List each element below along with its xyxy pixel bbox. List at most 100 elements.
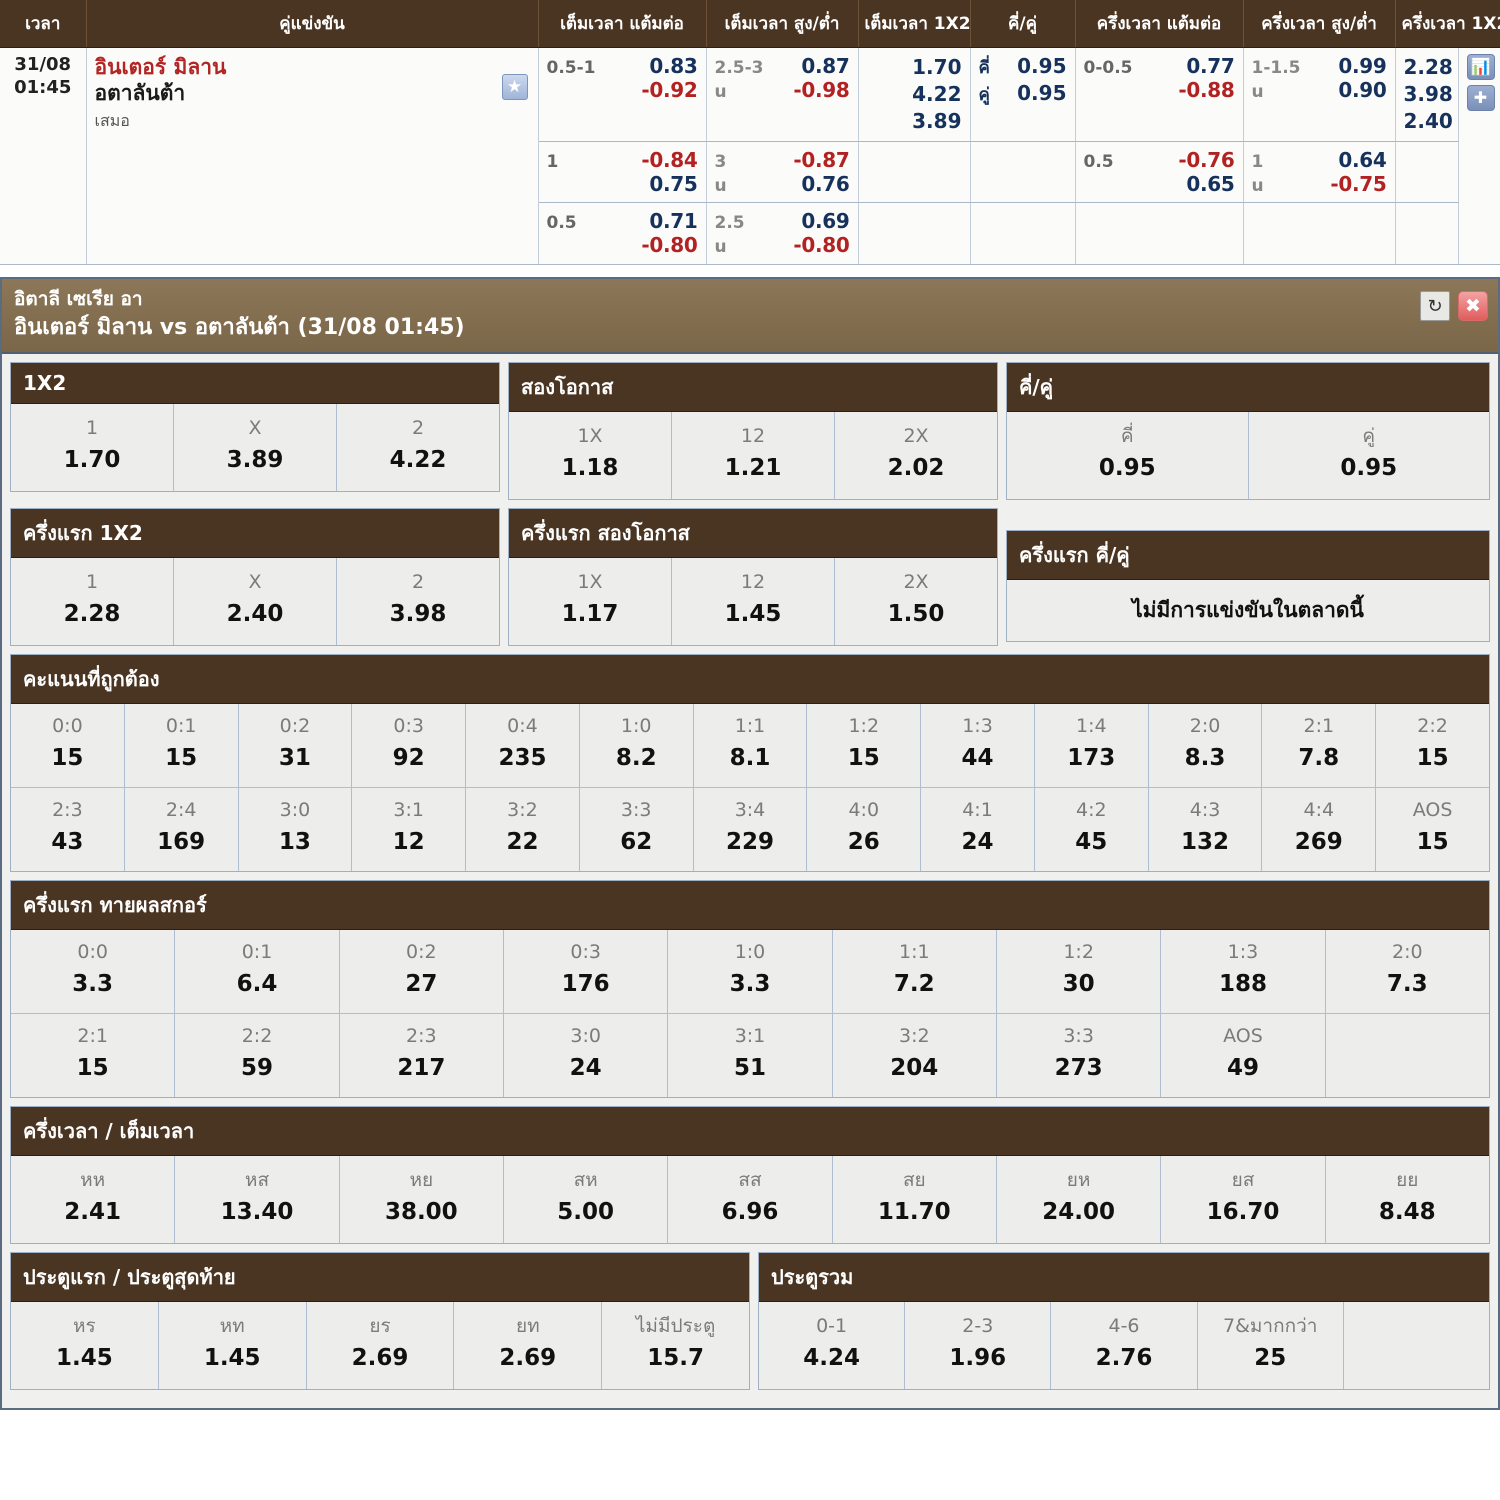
bet-option[interactable]: 4:0 26 (807, 788, 922, 872)
ht-under-odd[interactable]: 0.90 (1338, 78, 1386, 102)
ht-overunder-cell[interactable]: 1-1.5 0.99 u 0.90 (1243, 47, 1396, 142)
bet-option[interactable]: 1:0 3.3 (668, 930, 833, 1014)
option-odd[interactable]: 7.8 (1264, 741, 1373, 776)
bet-option[interactable]: ยห 24.00 (996, 1156, 1162, 1244)
bet-option[interactable]: หร 1.45 (11, 1302, 159, 1390)
ht-1x2-draw[interactable]: 2.40 (1404, 108, 1453, 135)
ft-over-odd-2[interactable]: -0.87 (793, 148, 849, 172)
option-odd[interactable]: 15.7 (604, 1341, 747, 1376)
bet-option[interactable]: 1:2 15 (807, 704, 922, 788)
ft-1x2-home[interactable]: 1.70 (867, 54, 961, 81)
ht-1x2-away[interactable]: 3.98 (1404, 81, 1453, 108)
bet-option[interactable]: 0:2 27 (339, 930, 504, 1014)
bet-option[interactable]: 1 2.28 (11, 558, 174, 646)
bet-option[interactable]: 3:2 204 (832, 1014, 997, 1098)
option-odd[interactable]: 22 (468, 825, 577, 860)
bet-option[interactable]: 2:1 7.8 (1262, 704, 1377, 788)
bet-option[interactable]: คู่ 0.95 (1248, 412, 1489, 500)
option-odd[interactable]: 26 (809, 825, 918, 860)
bet-option[interactable]: 2:2 15 (1376, 704, 1489, 788)
option-odd[interactable]: 15 (13, 741, 122, 776)
option-odd[interactable]: 235 (468, 741, 577, 776)
refresh-icon[interactable]: ↻ (1420, 291, 1450, 321)
bet-option[interactable]: 1:2 30 (996, 930, 1162, 1014)
bet-option[interactable]: 0:3 176 (503, 930, 669, 1014)
bet-option[interactable]: หย 38.00 (339, 1156, 504, 1244)
bet-option[interactable]: 3:3 273 (996, 1014, 1162, 1098)
option-odd[interactable]: 132 (1151, 825, 1260, 860)
bet-option[interactable]: สส 6.96 (668, 1156, 833, 1244)
option-odd[interactable]: 31 (241, 741, 350, 776)
bet-option[interactable]: X 3.89 (174, 404, 337, 492)
bet-option[interactable]: 1:1 8.1 (693, 704, 808, 788)
option-odd[interactable]: 217 (342, 1051, 501, 1086)
bet-option[interactable]: 2X 2.02 (835, 412, 997, 500)
bet-option[interactable]: 4:3 132 (1148, 788, 1263, 872)
bet-option[interactable]: 1:3 188 (1161, 930, 1326, 1014)
bet-option[interactable]: 2:4 169 (124, 788, 239, 872)
bet-option[interactable]: 1X 1.18 (509, 412, 672, 500)
option-odd[interactable]: 15 (1378, 741, 1487, 776)
bet-option[interactable]: 2 4.22 (337, 404, 499, 492)
bet-option[interactable]: 7&มากกว่า 25 (1197, 1302, 1344, 1390)
bet-option[interactable]: ยท 2.69 (454, 1302, 603, 1390)
ht-overunder-cell-2[interactable]: 1 0.64 u -0.75 (1243, 141, 1396, 203)
bet-option[interactable]: 1X 1.17 (509, 558, 672, 646)
option-odd[interactable]: 11.70 (835, 1195, 994, 1230)
option-odd[interactable]: 1.21 (674, 451, 832, 486)
ft-handicap-away-odd-2[interactable]: 0.75 (649, 172, 697, 196)
ht-over-odd-2[interactable]: 0.64 (1338, 148, 1386, 172)
ft-overunder-cell-2[interactable]: 3 -0.87 u 0.76 (706, 141, 859, 203)
ft-under-odd[interactable]: -0.98 (793, 78, 849, 102)
option-odd[interactable]: 4.24 (761, 1341, 902, 1376)
bet-option[interactable]: หท 1.45 (158, 1302, 307, 1390)
ft-under-odd-3[interactable]: -0.80 (793, 233, 849, 257)
star-icon[interactable]: ★ (501, 74, 528, 100)
bet-option[interactable]: 12 1.45 (672, 558, 835, 646)
bet-option[interactable]: 4:1 24 (921, 788, 1035, 872)
option-odd[interactable]: 24 (923, 825, 1032, 860)
bet-option[interactable]: AOS 15 (1376, 788, 1489, 872)
ft-over-odd-3[interactable]: 0.69 (801, 209, 849, 233)
option-odd[interactable]: 273 (999, 1051, 1158, 1086)
option-odd[interactable]: 15 (127, 741, 236, 776)
option-odd[interactable]: 13 (241, 825, 350, 860)
option-odd[interactable]: 2.02 (837, 451, 995, 486)
bet-option[interactable]: 2:2 59 (175, 1014, 340, 1098)
bet-option[interactable]: 3:1 51 (668, 1014, 833, 1098)
bet-option[interactable]: 12 1.21 (672, 412, 835, 500)
option-odd[interactable]: 176 (506, 967, 665, 1002)
bet-option[interactable]: 3:3 62 (579, 788, 694, 872)
option-odd[interactable]: 2.69 (456, 1341, 599, 1376)
bet-option[interactable]: AOS 49 (1161, 1014, 1326, 1098)
ht-under-odd-2[interactable]: -0.75 (1330, 172, 1386, 196)
bet-option[interactable]: ยส 16.70 (1161, 1156, 1326, 1244)
option-odd[interactable]: 1.17 (511, 597, 669, 632)
option-odd[interactable]: 0.95 (1251, 451, 1488, 486)
bet-option[interactable]: คี่ 0.95 (1007, 412, 1249, 500)
bet-option[interactable]: ยย 8.48 (1325, 1156, 1489, 1244)
bet-option[interactable]: 0:2 31 (238, 704, 353, 788)
option-odd[interactable]: 5.00 (506, 1195, 665, 1230)
bet-option[interactable]: 4:2 45 (1034, 788, 1149, 872)
option-odd[interactable]: 2.76 (1053, 1341, 1194, 1376)
option-odd[interactable]: 1.45 (13, 1341, 156, 1376)
option-odd[interactable]: 1.50 (837, 597, 995, 632)
option-odd[interactable]: 13.40 (177, 1195, 336, 1230)
bet-option[interactable]: 2:1 15 (11, 1014, 176, 1098)
option-odd[interactable]: 3.89 (176, 443, 334, 478)
bet-option[interactable]: 2:3 43 (11, 788, 125, 872)
option-odd[interactable]: 43 (13, 825, 122, 860)
bet-option[interactable]: 0:3 92 (352, 704, 467, 788)
ft-handicap-home-odd-2[interactable]: -0.84 (641, 148, 697, 172)
bar-chart-icon[interactable]: 📊 (1466, 54, 1495, 80)
option-odd[interactable]: 188 (1163, 967, 1322, 1002)
ht-handicap-away-odd[interactable]: -0.88 (1178, 78, 1234, 102)
ht-handicap-home-odd[interactable]: 0.77 (1186, 54, 1234, 78)
bet-option[interactable]: 1:3 44 (921, 704, 1035, 788)
ft-handicap-cell[interactable]: 0.5-1 0.83 -0.92 (538, 47, 707, 142)
option-odd[interactable]: 1.45 (674, 597, 832, 632)
option-odd[interactable]: 7.2 (835, 967, 994, 1002)
bet-option[interactable]: 1:4 173 (1034, 704, 1149, 788)
ht-1x2-cell[interactable]: 2.28 3.98 2.40 (1395, 47, 1459, 142)
